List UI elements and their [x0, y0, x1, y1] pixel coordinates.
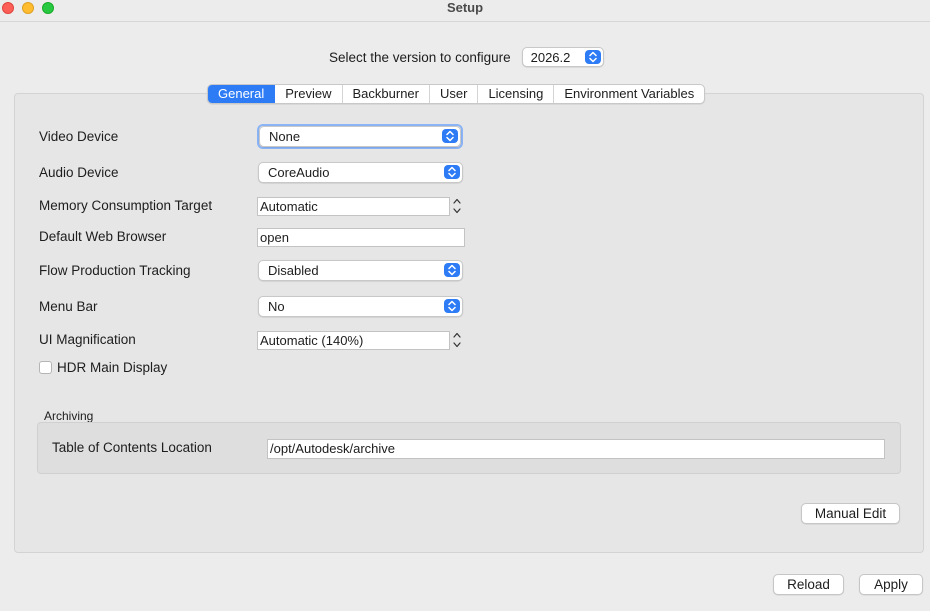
chevron-updown-icon — [444, 165, 460, 179]
menu-bar-combo: No — [258, 296, 463, 317]
window-title: Setup — [446, 0, 484, 15]
flow-tracking-combo: Disabled — [258, 260, 463, 281]
settings-panel — [14, 93, 924, 553]
web-browser-field[interactable]: open — [257, 228, 465, 247]
menu-bar-popup[interactable]: No — [258, 296, 463, 317]
menu-bar-label: Menu Bar — [39, 299, 98, 314]
audio-device-label: Audio Device — [39, 165, 119, 180]
ui-magnification-stepper[interactable] — [451, 329, 463, 351]
audio-device-combo: CoreAudio — [258, 162, 463, 183]
version-selector-row: Select the version to configure 2026.2 — [329, 47, 604, 67]
video-device-focus-ring: None — [257, 124, 463, 149]
hdr-main-display-checkbox[interactable] — [39, 361, 52, 374]
tab-bar: General Preview Backburner User Licensin… — [207, 84, 706, 104]
web-browser-label: Default Web Browser — [39, 229, 167, 244]
apply-button[interactable]: Apply — [859, 574, 923, 595]
flow-tracking-label: Flow Production Tracking — [39, 263, 191, 278]
version-label: Select the version to configure — [329, 49, 511, 65]
tab-preview[interactable]: Preview — [275, 85, 343, 103]
chevron-updown-icon — [444, 263, 460, 277]
manual-edit-button[interactable]: Manual Edit — [801, 503, 900, 524]
memory-target-stepper[interactable] — [451, 195, 463, 217]
tab-backburner[interactable]: Backburner — [343, 85, 430, 103]
chevron-updown-icon — [444, 299, 460, 313]
tab-user[interactable]: User — [430, 85, 479, 103]
toc-location-label: Table of Contents Location — [52, 440, 212, 455]
chevron-updown-icon — [442, 129, 458, 143]
chevron-updown-icon — [584, 50, 601, 64]
ui-magnification-label: UI Magnification — [39, 332, 136, 347]
flow-tracking-value: Disabled — [268, 263, 319, 278]
video-device-value: None — [269, 129, 301, 144]
video-device-popup[interactable]: None — [259, 126, 461, 147]
audio-device-value: CoreAudio — [268, 165, 330, 180]
reload-button[interactable]: Reload — [773, 574, 844, 595]
tab-environment-variables[interactable]: Environment Variables — [554, 85, 704, 103]
tab-general[interactable]: General — [208, 85, 276, 103]
tab-licensing[interactable]: Licensing — [478, 85, 555, 103]
menu-bar-value: No — [268, 299, 285, 314]
memory-target-label: Memory Consumption Target — [39, 198, 213, 213]
flow-tracking-popup[interactable]: Disabled — [258, 260, 463, 281]
ui-magnification-field[interactable]: Automatic (140%) — [257, 331, 450, 350]
toc-location-field[interactable]: /opt/Autodesk/archive — [267, 439, 885, 459]
archiving-group-title: Archiving — [44, 409, 94, 423]
version-popup[interactable]: 2026.2 — [521, 47, 604, 67]
audio-device-popup[interactable]: CoreAudio — [258, 162, 463, 183]
memory-target-field[interactable]: Automatic — [257, 197, 450, 216]
title-bar: Setup — [0, 0, 930, 22]
version-value: 2026.2 — [530, 49, 571, 65]
hdr-main-display-label: HDR Main Display — [57, 360, 168, 375]
video-device-label: Video Device — [39, 129, 119, 144]
